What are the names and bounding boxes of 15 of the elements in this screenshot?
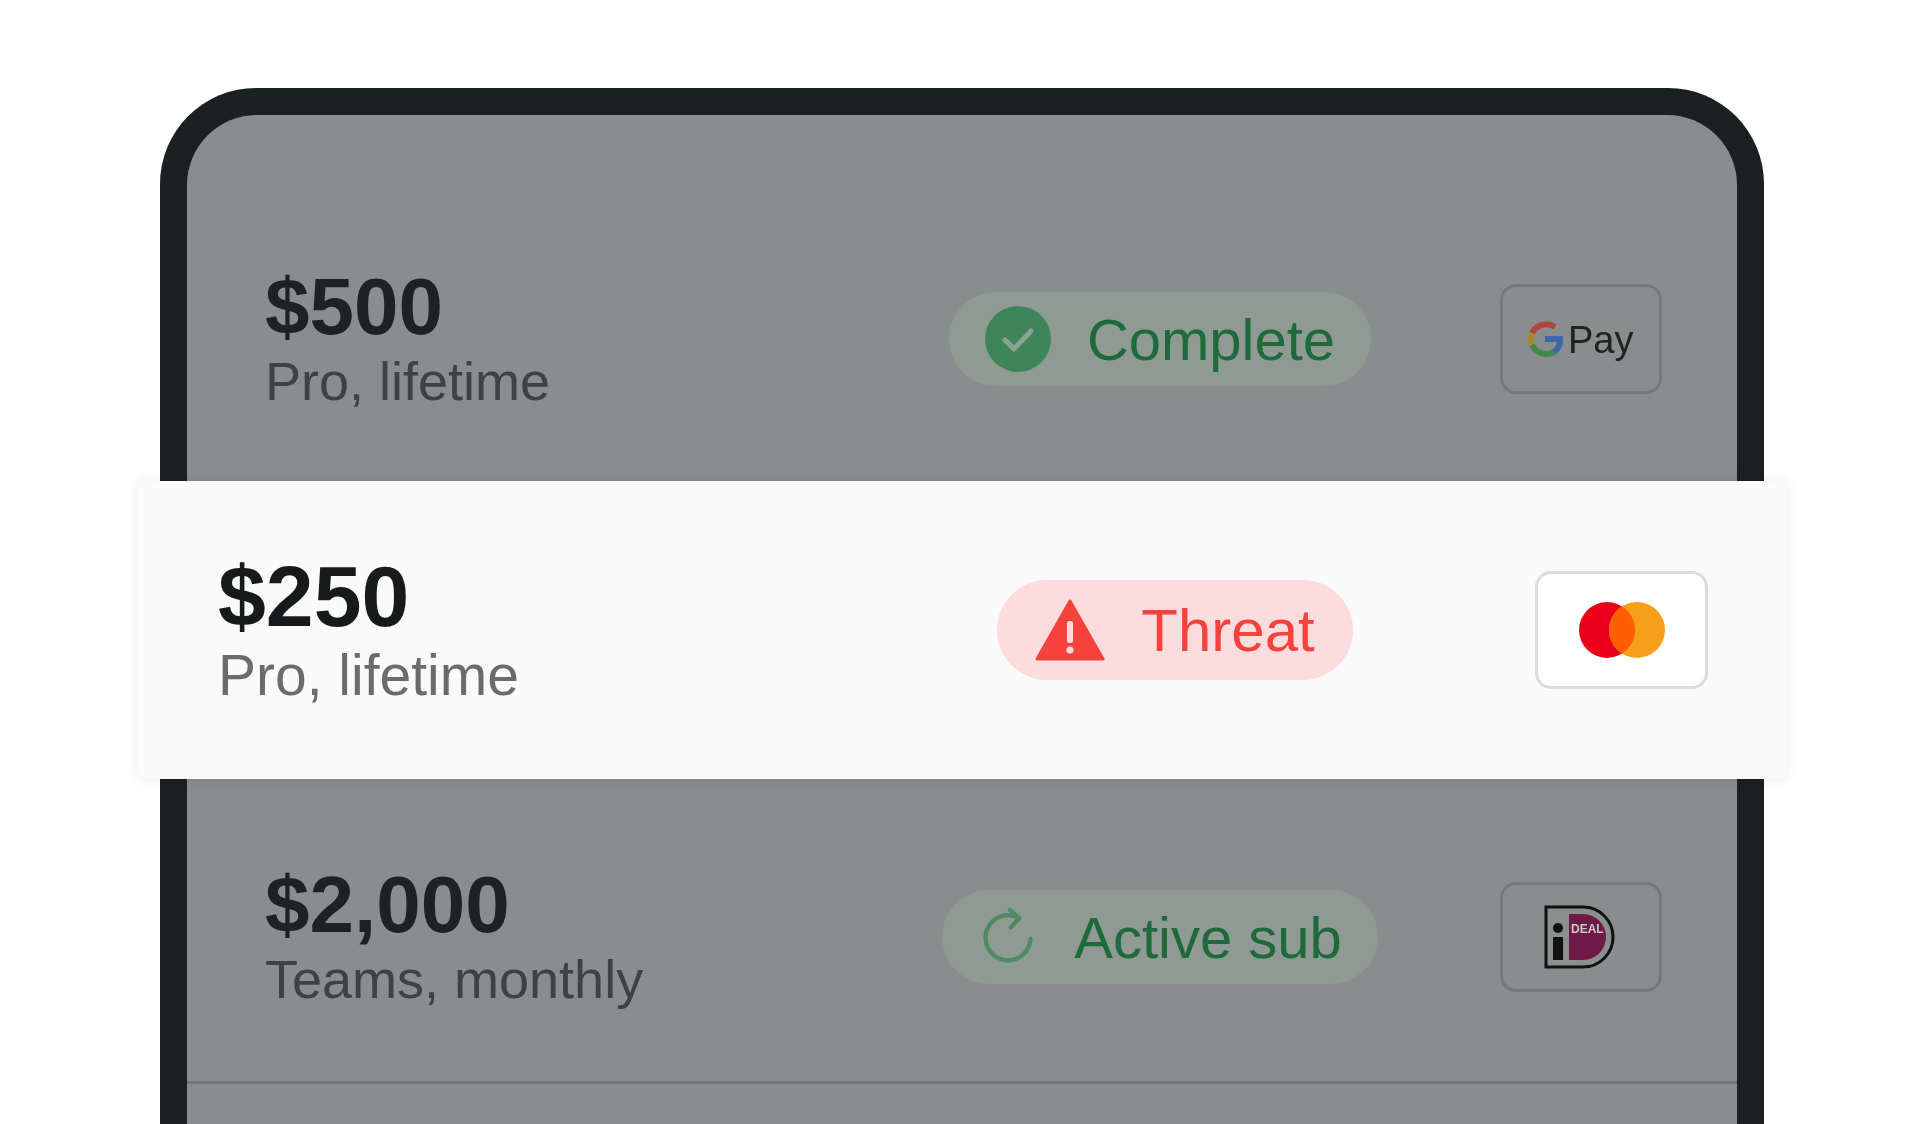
status-badge: Complete <box>948 292 1372 386</box>
transaction-row[interactable]: $2,000 Teams, monthly Active sub DEAL <box>187 779 1737 1084</box>
plan-label: Pro, lifetime <box>265 349 552 413</box>
amount: $250 <box>218 550 411 641</box>
amount: $500 <box>265 264 444 349</box>
plan-label: Teams, monthly <box>265 947 645 1011</box>
status-badge: Active sub <box>942 890 1378 984</box>
transaction-row[interactable]: $250 Pro, lifetime Threat <box>138 481 1786 779</box>
warning-icon <box>1035 599 1106 661</box>
transaction-row[interactable]: $500 Pro, lifetime Complete Pay <box>187 183 1737 481</box>
amount: $2,000 <box>265 862 511 947</box>
pay-logo: Pay <box>1526 317 1636 361</box>
status-badge: Threat <box>997 580 1353 680</box>
plan-label: Pro, lifetime <box>218 641 520 709</box>
check-circle-icon <box>984 306 1051 372</box>
